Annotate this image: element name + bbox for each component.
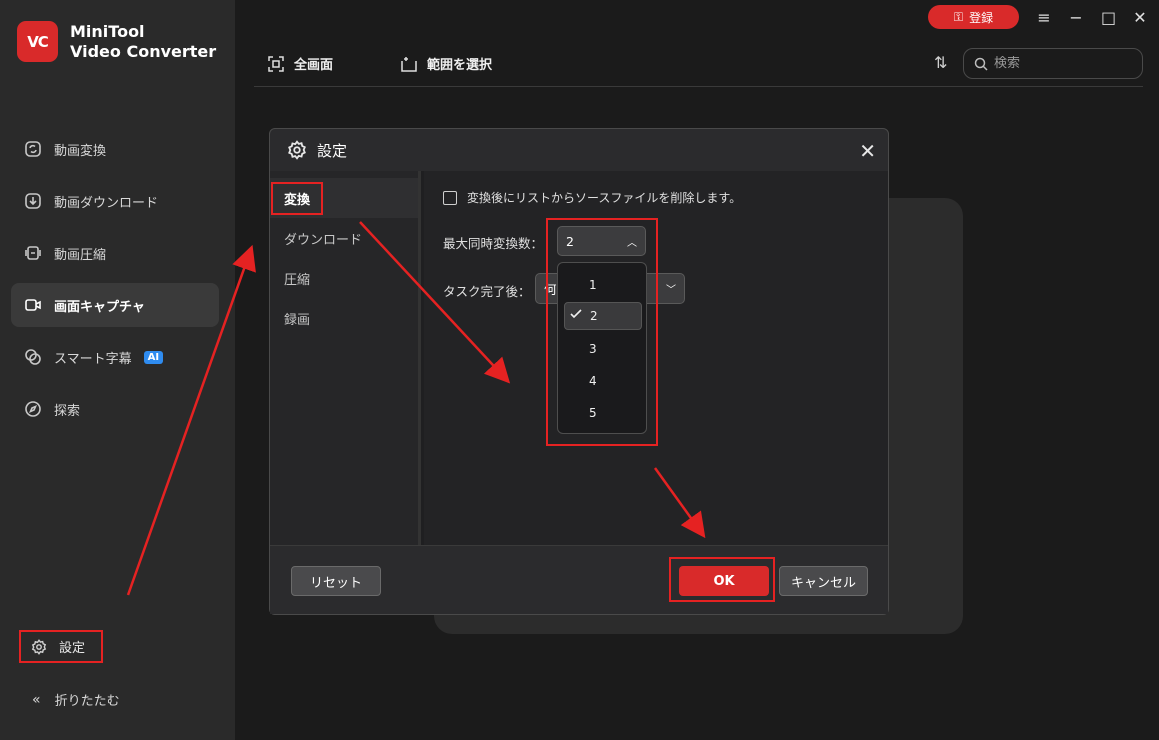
dropdown-option-5[interactable]: 5 bbox=[564, 399, 642, 427]
dropdown-option-4[interactable]: 4 bbox=[564, 367, 642, 395]
dropdown-option-1[interactable]: 1 bbox=[564, 271, 642, 299]
sidebar-item-screen-capture[interactable]: 画面キャプチャ bbox=[11, 283, 219, 327]
minimize-icon[interactable]: − bbox=[1069, 8, 1083, 27]
app-name-line2: Video Converter bbox=[70, 41, 217, 61]
app-logo: VC bbox=[17, 21, 58, 62]
dialog-footer: リセット OK キャンセル bbox=[270, 545, 888, 614]
tab-label: 変換 bbox=[271, 181, 324, 215]
login-label: 登録 bbox=[969, 10, 994, 25]
sidebar-item-label: 画面キャプチャ bbox=[54, 299, 145, 315]
settings-label: 設定 bbox=[59, 641, 86, 656]
sidebar: VC MiniTool Video Converter 動画変換 動画ダウンロー… bbox=[0, 0, 235, 740]
dropdown-option-2[interactable]: 2 bbox=[564, 302, 642, 330]
login-button[interactable]: ⚿ 登録 bbox=[928, 5, 1019, 29]
convert-icon bbox=[25, 141, 41, 157]
max-concurrent-dropdown: 1 2 3 4 5 bbox=[557, 262, 647, 434]
select-area-icon bbox=[401, 56, 417, 72]
search-icon bbox=[974, 57, 988, 71]
chevron-up-icon: ︿ bbox=[627, 237, 637, 249]
after-task-value: 何 bbox=[544, 282, 557, 297]
brand: VC MiniTool Video Converter bbox=[17, 21, 216, 62]
max-concurrent-value: 2 bbox=[566, 233, 574, 249]
ai-badge: AI bbox=[143, 350, 164, 364]
app-name-line1: MiniTool bbox=[70, 21, 145, 41]
app-name: MiniTool Video Converter bbox=[70, 22, 216, 62]
max-concurrent-select[interactable]: 2 ︿ bbox=[557, 226, 646, 256]
dialog-header: 設定 bbox=[270, 129, 888, 171]
gear-icon bbox=[31, 638, 47, 655]
sidebar-item-label: 動画圧縮 bbox=[54, 247, 107, 263]
after-task-label: タスク完了後： bbox=[443, 284, 531, 299]
fullscreen-label: 全画面 bbox=[294, 58, 334, 73]
tab-label: 録画 bbox=[284, 312, 311, 328]
sidebar-item-video-convert[interactable]: 動画変換 bbox=[11, 127, 219, 171]
sidebar-item-video-compress[interactable]: 動画圧縮 bbox=[11, 231, 219, 275]
delete-source-label: 変換後にリストからソースファイルを削除します。 bbox=[467, 191, 742, 205]
compass-icon bbox=[25, 401, 41, 417]
search-box bbox=[963, 48, 1143, 79]
collapse-label: 折りたたむ bbox=[54, 694, 120, 709]
check-icon bbox=[570, 309, 582, 319]
tab-convert[interactable]: 変換 bbox=[270, 178, 418, 218]
tab-download[interactable]: ダウンロード bbox=[270, 218, 418, 258]
dropdown-option-3[interactable]: 3 bbox=[564, 335, 642, 363]
tab-compress[interactable]: 圧縮 bbox=[270, 258, 418, 298]
tab-label: 圧縮 bbox=[284, 272, 311, 288]
tab-record[interactable]: 録画 bbox=[270, 298, 418, 338]
key-icon: ⚿ bbox=[953, 9, 964, 24]
ok-button[interactable]: OK bbox=[679, 566, 769, 596]
menu-icon[interactable]: ≡ bbox=[1037, 8, 1051, 27]
close-window-icon[interactable]: ✕ bbox=[1133, 8, 1147, 27]
sidebar-item-smart-subtitle[interactable]: スマート字幕 AI bbox=[11, 335, 219, 379]
dialog-tab-list: 変換 ダウンロード 圧縮 録画 bbox=[270, 171, 421, 545]
fullscreen-button[interactable]: 全画面 bbox=[268, 54, 333, 73]
chevron-down-icon: ﹀ bbox=[666, 285, 676, 296]
select-area-label: 範囲を選択 bbox=[427, 58, 493, 73]
subtitle-icon bbox=[25, 349, 41, 365]
sidebar-settings-button[interactable]: 設定 bbox=[19, 630, 103, 663]
dropdown-option-label: 2 bbox=[590, 309, 598, 323]
cancel-button[interactable]: キャンセル bbox=[779, 566, 868, 596]
titlebar: ⚿ 登録 ≡ − □ ✕ bbox=[928, 5, 1147, 29]
tab-label: ダウンロード bbox=[284, 232, 363, 248]
search-input[interactable] bbox=[994, 56, 1134, 71]
sidebar-item-label: スマート字幕 bbox=[54, 351, 132, 367]
sidebar-item-explore[interactable]: 探索 bbox=[11, 387, 219, 431]
max-concurrent-label: 最大同時変換数： bbox=[443, 236, 544, 251]
fullscreen-icon bbox=[268, 55, 284, 72]
sidebar-item-video-download[interactable]: 動画ダウンロード bbox=[11, 179, 219, 223]
select-area-button[interactable]: 範囲を選択 bbox=[401, 54, 492, 73]
reset-button[interactable]: リセット bbox=[291, 566, 381, 596]
sidebar-item-label: 探索 bbox=[54, 403, 81, 419]
sort-icon[interactable]: ⇅ bbox=[934, 53, 947, 72]
maximize-icon[interactable]: □ bbox=[1101, 8, 1116, 27]
sidebar-item-label: 動画ダウンロード bbox=[54, 195, 159, 211]
camera-icon bbox=[25, 299, 41, 311]
gear-icon bbox=[288, 140, 306, 160]
compress-icon bbox=[25, 246, 41, 260]
delete-source-checkbox[interactable] bbox=[443, 190, 457, 205]
sidebar-nav: 動画変換 動画ダウンロード 動画圧縮 画面キャプチャ スマート字幕 AI 探索 bbox=[11, 127, 219, 439]
download-icon bbox=[25, 193, 41, 209]
close-icon[interactable]: ✕ bbox=[859, 139, 876, 163]
collapse-button[interactable]: « 折りたたむ bbox=[32, 690, 120, 710]
dialog-title: 設定 bbox=[317, 141, 348, 160]
sidebar-item-label: 動画変換 bbox=[54, 143, 107, 159]
chevrons-left-icon: « bbox=[32, 691, 41, 708]
delete-source-option[interactable]: 変換後にリストからソースファイルを削除します。 bbox=[443, 189, 741, 206]
convert-settings-panel: 変換後にリストからソースファイルを削除します。 最大同時変換数： 2 ︿ タスク… bbox=[424, 171, 888, 545]
toolbar: 全画面 範囲を選択 ⇅ bbox=[254, 45, 1143, 87]
